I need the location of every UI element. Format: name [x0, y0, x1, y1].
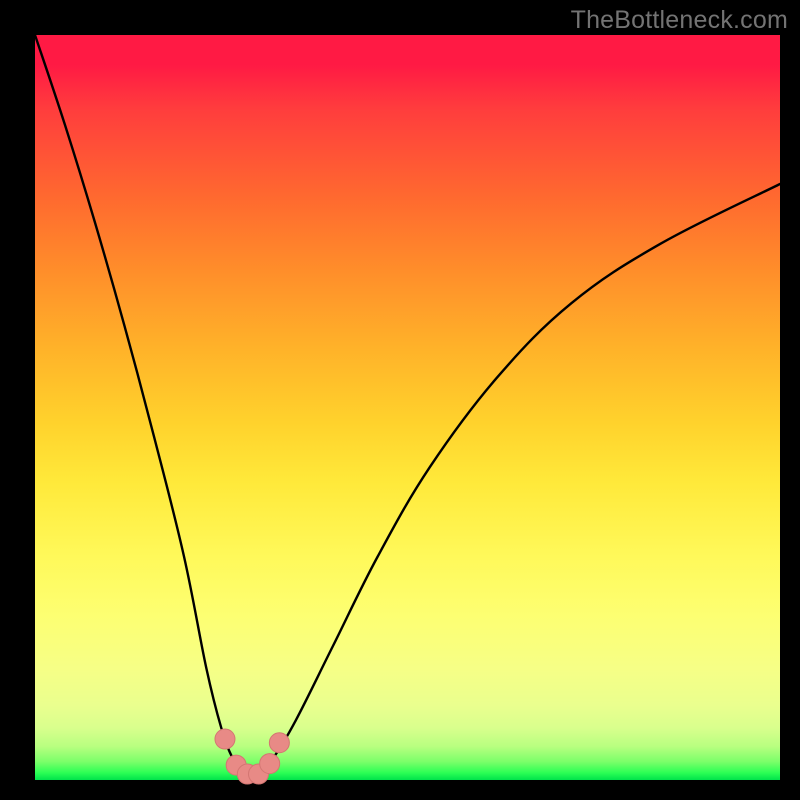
bottleneck-curve [35, 35, 780, 775]
curve-layer [35, 35, 780, 780]
chart-frame: TheBottleneck.com [0, 0, 800, 800]
trough-marker [269, 733, 289, 753]
trough-marker-group [215, 729, 289, 784]
trough-marker [215, 729, 235, 749]
watermark-label: TheBottleneck.com [571, 6, 788, 35]
plot-area [35, 35, 780, 780]
trough-marker [260, 754, 280, 774]
